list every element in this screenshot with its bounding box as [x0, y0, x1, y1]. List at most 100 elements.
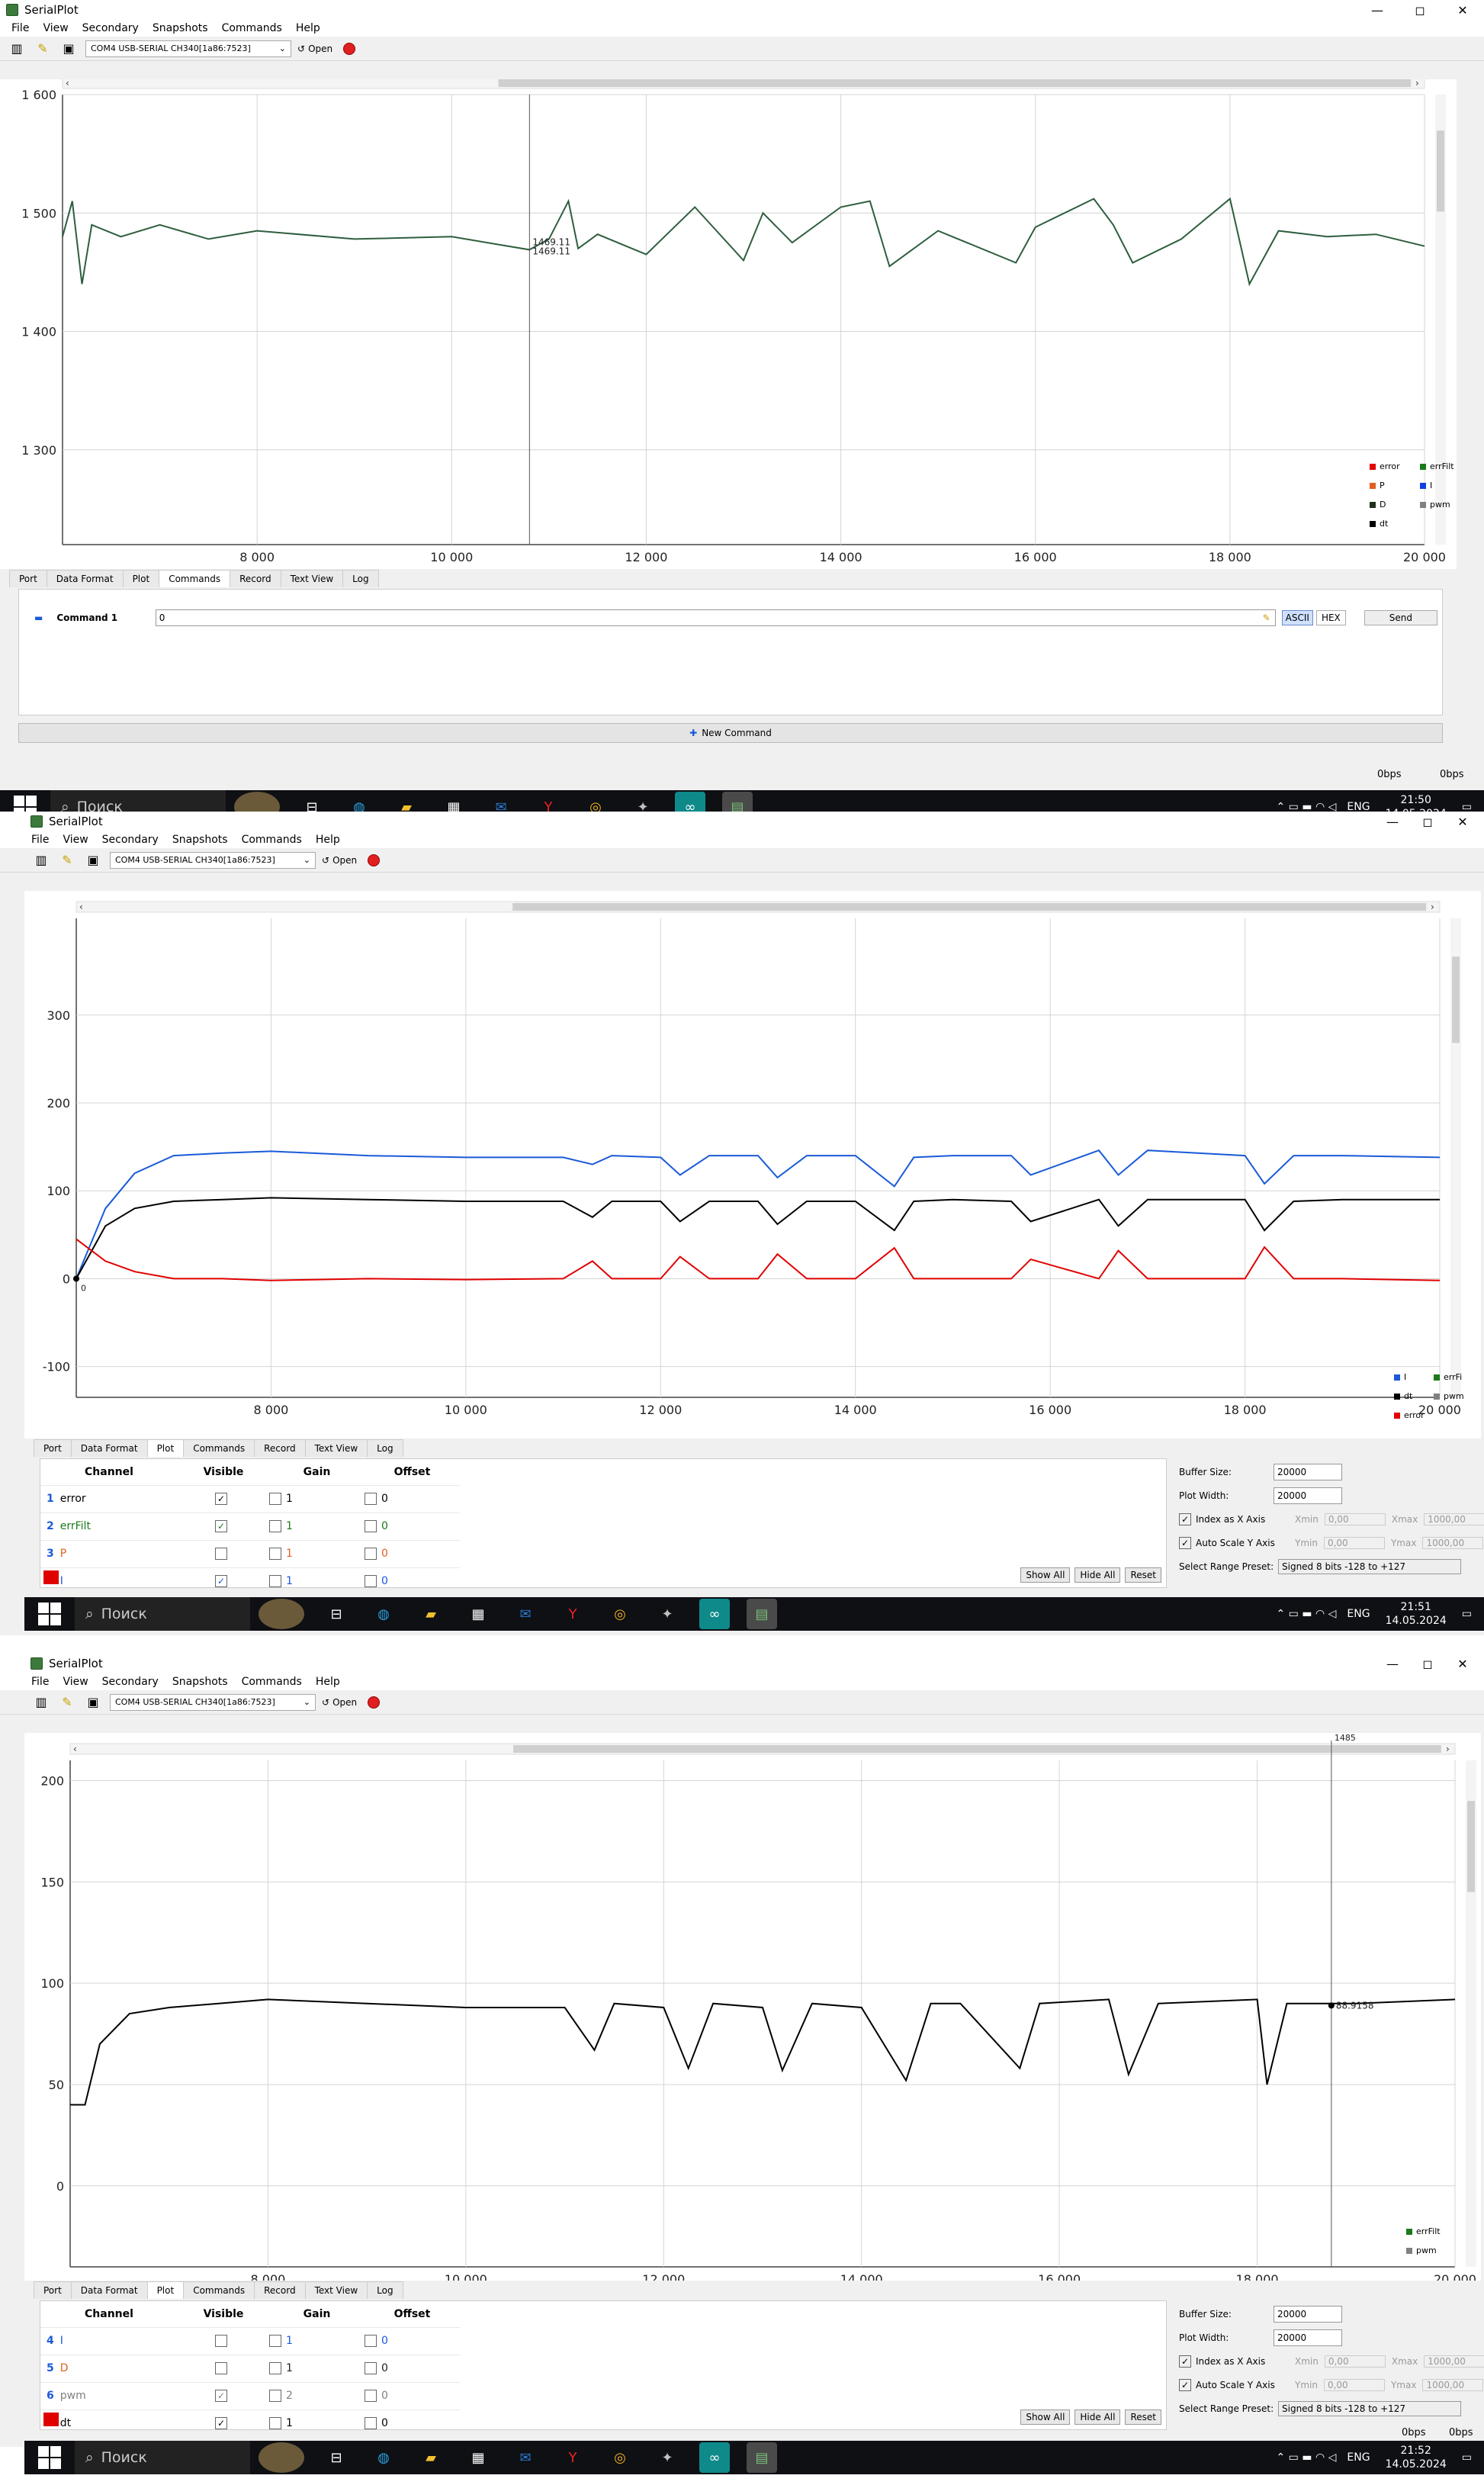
menu-view[interactable]: View [63, 1676, 88, 1688]
menu-secondary[interactable]: Secondary [102, 834, 159, 846]
offset-value[interactable]: 0 [381, 2362, 388, 2374]
channel-name[interactable]: dt [60, 2417, 71, 2429]
port-select[interactable]: COM4 USB-SERIAL CH340[1a86:7523] ⌄ [110, 1693, 316, 1711]
channel-name[interactable]: I [60, 1575, 63, 1587]
gain-value[interactable]: 1 [286, 2362, 293, 2374]
tab-log[interactable]: Log [367, 2281, 403, 2299]
visible-checkbox[interactable] [215, 2335, 227, 2347]
pause-icon[interactable]: ▥ [32, 1693, 50, 1712]
serialplot-taskbar-icon[interactable]: ▤ [747, 2442, 777, 2473]
store-icon[interactable]: ▦ [463, 1599, 493, 1629]
menu-commands[interactable]: Commands [242, 834, 302, 846]
port-select[interactable]: COM4 USB-SERIAL CH340[1a86:7523] ⌄ [85, 40, 291, 57]
edge-icon[interactable]: ◍ [368, 2442, 399, 2473]
gain-value[interactable]: 1 [286, 2417, 293, 2429]
plot-width-input[interactable]: 20000 [1274, 1487, 1342, 1504]
tab-plot[interactable]: Plot [146, 2281, 185, 2299]
news-widget-icon[interactable] [259, 2442, 304, 2473]
visible-checkbox[interactable] [215, 2362, 227, 2374]
mail-icon[interactable]: ✉ [510, 1599, 541, 1629]
auto-y-checkbox[interactable]: ✓ [1179, 1536, 1191, 1549]
gain-checkbox[interactable] [269, 2390, 281, 2402]
windows-start-icon[interactable] [38, 1603, 61, 1625]
offset-checkbox[interactable] [365, 2362, 377, 2374]
offset-value[interactable]: 0 [381, 1548, 388, 1560]
reset-button[interactable]: Reset [1125, 1567, 1161, 1583]
visible-checkbox[interactable] [215, 1548, 227, 1560]
port-select[interactable]: COM4 USB-SERIAL CH340[1a86:7523] ⌄ [110, 851, 316, 869]
news-widget-icon[interactable] [259, 1599, 304, 1629]
open-button[interactable]: Open [332, 1697, 357, 1708]
chrome-icon[interactable]: ◎ [605, 1599, 635, 1629]
gain-value[interactable]: 1 [286, 1520, 293, 1532]
menu-snapshots[interactable]: Snapshots [172, 834, 228, 846]
refresh-icon[interactable]: ↺ [297, 43, 305, 54]
offset-checkbox[interactable] [365, 1575, 377, 1588]
visible-checkbox[interactable]: ✓ [215, 1493, 227, 1505]
new-command-button[interactable]: ✚ New Command [18, 723, 1443, 743]
task-view-icon[interactable]: ⊟ [321, 2442, 352, 2473]
menu-view[interactable]: View [43, 22, 68, 34]
windows-start-icon[interactable] [38, 2446, 61, 2469]
channel-name[interactable]: I [60, 2335, 63, 2347]
offset-value[interactable]: 0 [381, 1575, 388, 1587]
taskbar-search[interactable]: ⌕ Поиск [75, 1597, 250, 1631]
visible-checkbox[interactable]: ✓ [215, 1520, 227, 1532]
offset-checkbox[interactable] [365, 2335, 377, 2347]
tab-commands[interactable]: Commands [183, 1439, 255, 1457]
gain-checkbox[interactable] [269, 2362, 281, 2374]
menu-file[interactable]: File [31, 834, 49, 846]
offset-checkbox[interactable] [365, 1520, 377, 1532]
tab-commands[interactable]: Commands [183, 2281, 255, 2299]
xmin-input[interactable]: 0,00 [1324, 1513, 1386, 1525]
menu-commands[interactable]: Commands [242, 1676, 302, 1688]
table-row[interactable]: 2 errFilt ✓ 1 0 [40, 1512, 460, 1540]
gain-checkbox[interactable] [269, 1548, 281, 1560]
tab-port[interactable]: Port [9, 570, 47, 587]
clock[interactable]: 21:52 14.05.2024 [1386, 2444, 1447, 2471]
ascii-toggle[interactable]: ASCII [1281, 610, 1313, 625]
plot-width-input[interactable]: 20000 [1274, 2329, 1342, 2346]
snapshot-icon[interactable]: ▣ [84, 1693, 102, 1712]
snapshot-icon[interactable]: ▣ [84, 851, 102, 870]
gain-value[interactable]: 1 [286, 2335, 293, 2347]
xmax-input[interactable]: 1000,00 [1424, 1513, 1484, 1525]
language-indicator[interactable]: ENG [1347, 2451, 1370, 2464]
store-icon[interactable]: ▦ [463, 2442, 493, 2473]
plot-area[interactable]: ‹ › 8 000 10 000 12 000 14 000 16 000 18 000 20 … [0, 79, 1457, 569]
hex-toggle[interactable]: HEX [1315, 610, 1346, 625]
mail-icon[interactable]: ✉ [510, 2442, 541, 2473]
clear-icon[interactable]: ✎ [58, 851, 76, 870]
arduino-icon[interactable]: ∞ [699, 2442, 730, 2473]
tab-data-format[interactable]: Data Format [70, 2281, 148, 2299]
xmax-input[interactable]: 1000,00 [1424, 2355, 1484, 2368]
channel-name[interactable]: P [60, 1548, 66, 1560]
refresh-icon[interactable]: ↺ [322, 1697, 329, 1708]
command-input[interactable]: 0 ✎ [155, 609, 1276, 626]
close-button[interactable]: ✕ [1441, 1654, 1484, 1673]
tray-icons[interactable]: ⌃ ▭ ▬ ◠ ◁ [1276, 2451, 1336, 2464]
command-handle-icon[interactable]: ▬ [34, 612, 43, 623]
explorer-icon[interactable]: ▰ [416, 2442, 446, 2473]
taskbar-search[interactable]: ⌕ Поиск [75, 2441, 250, 2474]
hide-all-button[interactable]: Hide All [1074, 2409, 1121, 2425]
ymax-input[interactable]: 1000,00 [1422, 2378, 1484, 2391]
gain-value[interactable]: 1 [286, 1493, 293, 1505]
hide-all-button[interactable]: Hide All [1074, 1567, 1121, 1583]
tab-log[interactable]: Log [367, 1439, 403, 1457]
menu-commands[interactable]: Commands [222, 22, 282, 34]
gain-checkbox[interactable] [269, 1493, 281, 1505]
table-row[interactable]: 5D 1 0 [40, 2354, 460, 2382]
visible-checkbox[interactable]: ✓ [215, 2390, 227, 2402]
menu-secondary[interactable]: Secondary [102, 1676, 159, 1688]
gain-checkbox[interactable] [269, 1520, 281, 1532]
gain-value[interactable]: 1 [286, 1548, 293, 1560]
visible-checkbox[interactable]: ✓ [215, 2417, 227, 2430]
open-button[interactable]: Open [308, 43, 332, 54]
table-row[interactable]: 4I 1 0 [40, 2326, 460, 2355]
minimize-button[interactable]: — [1356, 0, 1399, 20]
offset-value[interactable]: 0 [381, 2417, 388, 2429]
ymin-input[interactable]: 0,00 [1323, 1536, 1385, 1549]
tab-port[interactable]: Port [34, 2281, 72, 2299]
tab-data-format[interactable]: Data Format [46, 570, 124, 587]
